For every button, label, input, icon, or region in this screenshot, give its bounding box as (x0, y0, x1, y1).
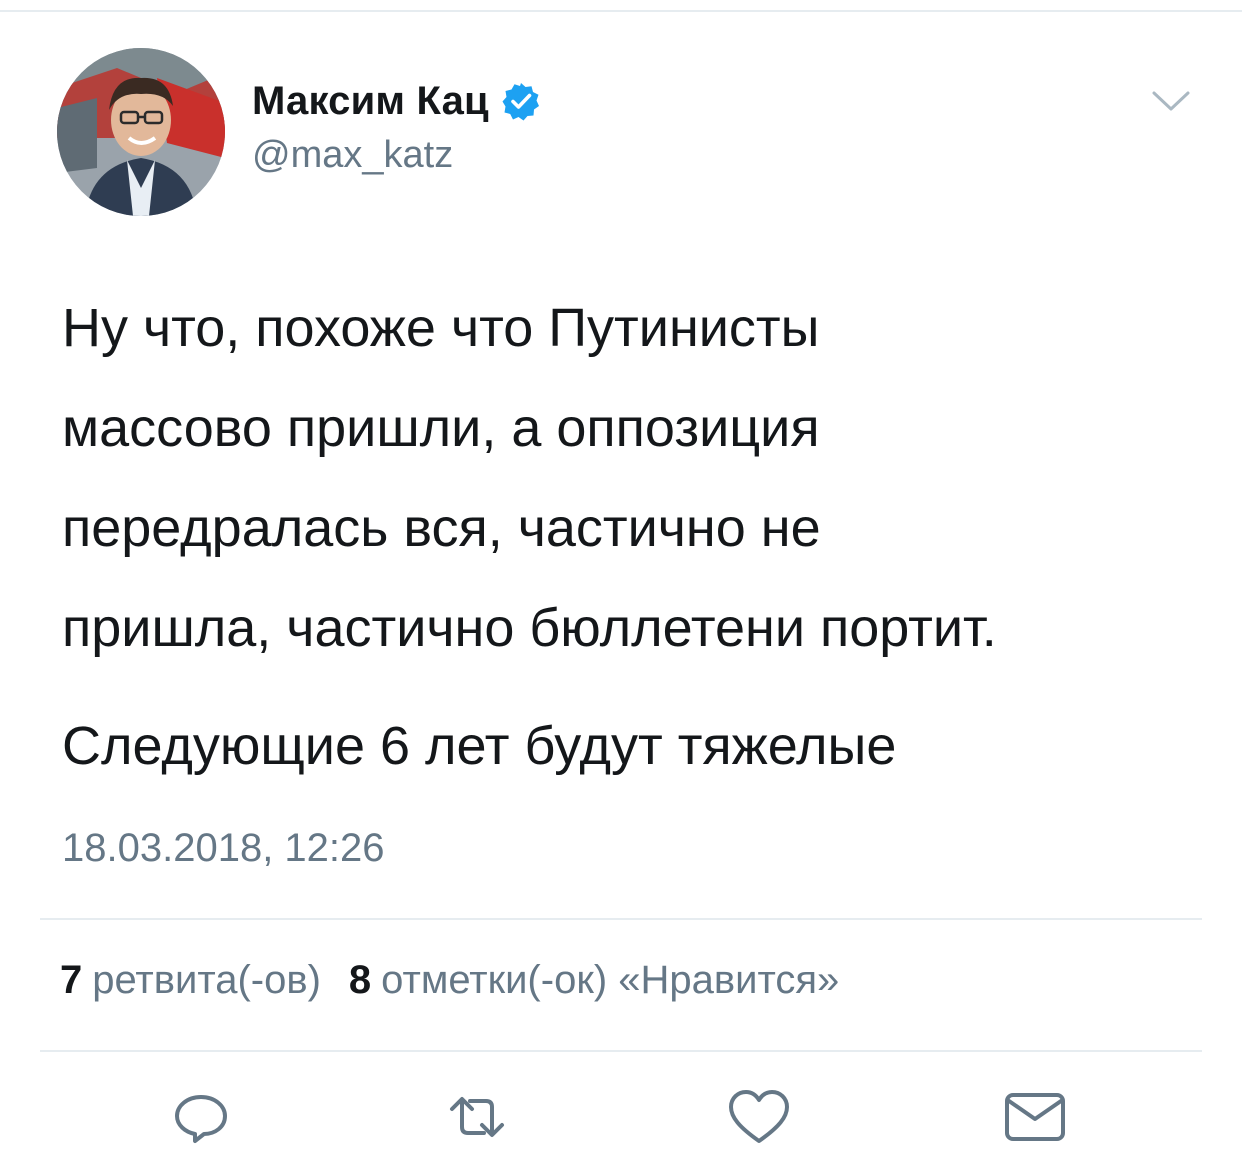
author-name-row[interactable]: Максим Кац (252, 76, 541, 126)
author-display-name[interactable]: Максим Кац (252, 79, 489, 124)
tweet-line: пришла, частично бюллетени портит. (62, 598, 997, 658)
direct-message-button[interactable] (1000, 1082, 1070, 1152)
heart-icon (729, 1090, 789, 1143)
envelope-icon (1005, 1093, 1065, 1141)
author-handle[interactable]: @max_katz (252, 134, 453, 177)
divider (40, 918, 1202, 920)
likes-label[interactable]: отметки(-ок) «Нравится» (381, 958, 839, 1003)
tweet-text: Ну что, похоже что Путинисты массово при… (62, 278, 1212, 796)
retweets-label[interactable]: ретвита(-ов) (92, 958, 321, 1003)
retweet-button[interactable] (442, 1082, 512, 1152)
tweet-paragraph: Ну что, похоже что Путинисты массово при… (62, 278, 1212, 678)
tweet-line: передралась вся, частично не (62, 498, 821, 558)
tweet-paragraph: Следующие 6 лет будут тяжелые (62, 696, 1212, 796)
verified-badge-icon (501, 81, 541, 121)
tweet-line: Ну что, похоже что Путинисты (62, 298, 820, 358)
tweet-stats: 7 ретвита(-ов) 8 отметки(-ок) «Нравится» (60, 958, 839, 1003)
retweets-count[interactable]: 7 (60, 958, 82, 1003)
reply-icon (175, 1095, 227, 1143)
retweet-icon (450, 1097, 504, 1137)
avatar[interactable] (57, 48, 225, 216)
divider (40, 1050, 1202, 1052)
top-divider (0, 10, 1242, 12)
avatar-photo (57, 48, 225, 216)
tweet-line: массово пришли, а оппозиция (62, 398, 820, 458)
like-button[interactable] (724, 1082, 794, 1152)
tweet-timestamp[interactable]: 18.03.2018, 12:26 (62, 826, 385, 871)
chevron-down-icon[interactable] (1150, 86, 1192, 116)
likes-count[interactable]: 8 (349, 958, 371, 1003)
reply-button[interactable] (166, 1082, 236, 1152)
tweet-line: Следующие 6 лет будут тяжелые (62, 716, 897, 776)
